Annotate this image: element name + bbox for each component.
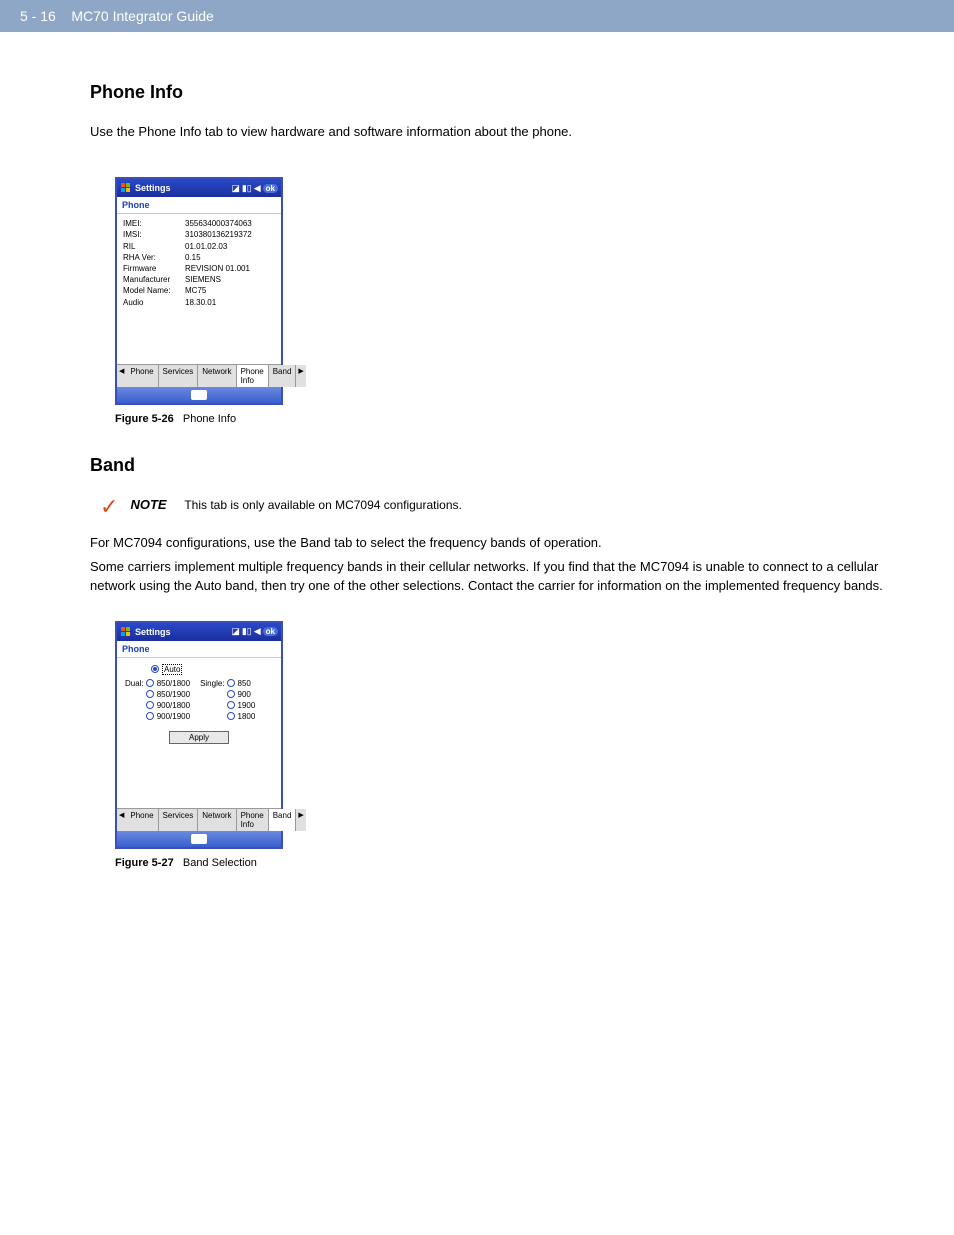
- band-heading: Band: [90, 455, 914, 476]
- radio-single-850[interactable]: [227, 679, 235, 687]
- info-label: RHA Ver:: [123, 252, 185, 263]
- pda-title: Settings: [135, 183, 231, 193]
- tab-phone[interactable]: Phone: [126, 365, 158, 387]
- radio-single-900[interactable]: [227, 690, 235, 698]
- radio-dual-850-1800[interactable]: [146, 679, 154, 687]
- radio-auto[interactable]: [151, 665, 159, 673]
- phone-info-heading: Phone Info: [90, 82, 914, 103]
- info-value: REVISION 01.001: [185, 263, 275, 274]
- tab-band[interactable]: Band: [269, 809, 297, 831]
- radio-label: 900: [238, 690, 251, 699]
- tab-services[interactable]: Services: [159, 809, 199, 831]
- tab-network[interactable]: Network: [198, 365, 236, 387]
- radio-label: 850/1800: [157, 679, 190, 688]
- tab-phone-info[interactable]: Phone Info: [237, 809, 269, 831]
- radio-label: 900/1900: [157, 712, 190, 721]
- radio-auto-label: Auto: [162, 664, 182, 675]
- info-value: 01.01.02.03: [185, 241, 275, 252]
- info-label: IMSI:: [123, 229, 185, 240]
- pda-screenshot-phone-info: Settings ◪ ▮▯ ◀ ok Phone IMEI:3556340003…: [115, 177, 283, 405]
- tab-phone[interactable]: Phone: [126, 809, 158, 831]
- info-label: IMEI:: [123, 218, 185, 229]
- radio-dual-900-1800[interactable]: [146, 701, 154, 709]
- radio-label: 850: [238, 679, 251, 688]
- band-paragraph-2: Some carriers implement multiple frequen…: [90, 558, 914, 594]
- start-flag-icon[interactable]: [120, 182, 132, 194]
- ok-button[interactable]: ok: [263, 184, 278, 193]
- signal-icon[interactable]: ▮▯: [242, 626, 252, 637]
- tab-scroll-left[interactable]: ◀: [117, 809, 126, 831]
- figure-title-2: Band Selection: [183, 857, 257, 869]
- note-block: ✓ NOTE This tab is only available on MC7…: [100, 496, 914, 518]
- info-value: MC75: [185, 285, 275, 296]
- info-label: Audio: [123, 297, 185, 308]
- dual-label: Dual:: [125, 679, 144, 688]
- speaker-icon[interactable]: ◀: [254, 626, 261, 637]
- figure-label-2: Figure 5-27: [115, 857, 174, 869]
- info-value: 18.30.01: [185, 297, 275, 308]
- pda-titlebar: Settings ◪ ▮▯ ◀ ok: [117, 623, 281, 641]
- radio-label: 900/1800: [157, 701, 190, 710]
- connection-icon[interactable]: ◪: [231, 183, 240, 194]
- tab-network[interactable]: Network: [198, 809, 236, 831]
- radio-dual-900-1900[interactable]: [146, 712, 154, 720]
- pda-bottombar: [117, 831, 281, 847]
- pda-tabs: ◀ Phone Services Network Phone Info Band…: [117, 364, 281, 387]
- tab-phone-info[interactable]: Phone Info: [237, 365, 269, 387]
- info-label: Model Name:: [123, 285, 185, 296]
- figure-title-1: Phone Info: [183, 413, 236, 425]
- pda-titlebar: Settings ◪ ▮▯ ◀ ok: [117, 179, 281, 197]
- speaker-icon[interactable]: ◀: [254, 183, 261, 194]
- start-flag-icon[interactable]: [120, 626, 132, 638]
- info-value: 355634000374063: [185, 218, 275, 229]
- signal-icon[interactable]: ▮▯: [242, 183, 252, 194]
- tab-scroll-left[interactable]: ◀: [117, 365, 126, 387]
- radio-label: 1800: [238, 712, 256, 721]
- radio-dual-850-1900[interactable]: [146, 690, 154, 698]
- pda-screenshot-band: Settings ◪ ▮▯ ◀ ok Phone Auto Dual: 850/…: [115, 621, 283, 849]
- connection-icon[interactable]: ◪: [231, 626, 240, 637]
- note-label: NOTE: [130, 497, 166, 512]
- radio-label: 850/1900: [157, 690, 190, 699]
- info-label: RIL: [123, 241, 185, 252]
- pda-subtitle: Phone: [117, 197, 281, 214]
- info-label: Firmware: [123, 263, 185, 274]
- doc-title: MC70 Integrator Guide: [71, 8, 213, 24]
- figure-caption-2: Figure 5-27 Band Selection: [115, 857, 914, 869]
- pda-tabs: ◀ Phone Services Network Phone Info Band…: [117, 808, 281, 831]
- figure-caption-1: Figure 5-26 Phone Info: [115, 413, 914, 425]
- checkmark-icon: ✓: [100, 496, 118, 518]
- radio-label: 1900: [238, 701, 256, 710]
- tab-band[interactable]: Band: [269, 365, 297, 387]
- tab-services[interactable]: Services: [159, 365, 199, 387]
- radio-single-1900[interactable]: [227, 701, 235, 709]
- band-paragraph-1: For MC7094 configurations, use the Band …: [90, 534, 914, 552]
- keyboard-icon[interactable]: [191, 834, 207, 844]
- info-value: 0.15: [185, 252, 275, 263]
- figure-label-1: Figure 5-26: [115, 413, 174, 425]
- info-value: SIEMENS: [185, 274, 275, 285]
- page-number: 5 - 16: [20, 8, 56, 24]
- ok-button[interactable]: ok: [263, 627, 278, 636]
- phone-info-paragraph: Use the Phone Info tab to view hardware …: [90, 123, 914, 141]
- pda-body: IMEI:355634000374063 IMSI:31038013621937…: [117, 214, 281, 364]
- info-label: Manufacturer: [123, 274, 185, 285]
- pda-bottombar: [117, 387, 281, 403]
- page-header: 5 - 16 MC70 Integrator Guide: [0, 0, 954, 32]
- single-label: Single:: [200, 679, 224, 688]
- pda-subtitle: Phone: [117, 641, 281, 658]
- keyboard-icon[interactable]: [191, 390, 207, 400]
- info-value: 310380136219372: [185, 229, 275, 240]
- tab-scroll-right[interactable]: ▶: [296, 809, 305, 831]
- apply-button[interactable]: Apply: [169, 731, 229, 744]
- pda-body: Auto Dual: 850/1800 850/1900 900/1800 90…: [117, 658, 281, 808]
- tab-scroll-right[interactable]: ▶: [296, 365, 305, 387]
- radio-single-1800[interactable]: [227, 712, 235, 720]
- pda-title: Settings: [135, 627, 231, 637]
- note-text: This tab is only available on MC7094 con…: [184, 498, 462, 512]
